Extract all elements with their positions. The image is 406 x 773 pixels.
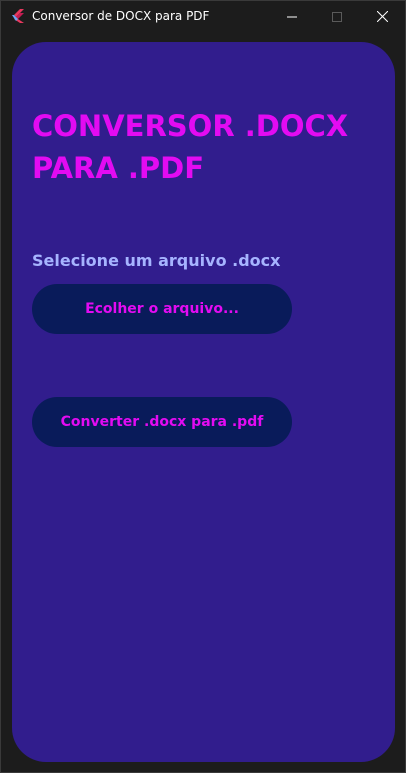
maximize-button[interactable] — [314, 1, 360, 32]
close-icon — [376, 7, 388, 26]
choose-file-button[interactable]: Ecolher o arquivo... — [32, 284, 292, 334]
maximize-icon — [332, 7, 342, 26]
window-title: Conversor de DOCX para PDF — [32, 9, 210, 23]
select-file-label: Selecione um arquivo .docx — [32, 251, 281, 270]
convert-button[interactable]: Converter .docx para .pdf — [32, 397, 292, 447]
minimize-button[interactable] — [269, 1, 315, 32]
app-window: Conversor de DOCX para PDF CONVERSOR .DO… — [0, 0, 406, 773]
main-card: CONVERSOR .DOCX PARA .PDF Selecione um a… — [12, 42, 395, 762]
minimize-icon — [287, 7, 297, 26]
title-bar[interactable]: Conversor de DOCX para PDF — [1, 1, 405, 32]
flutter-logo-icon — [10, 8, 26, 24]
page-title: CONVERSOR .DOCX PARA .PDF — [32, 109, 349, 185]
close-button[interactable] — [359, 1, 405, 32]
